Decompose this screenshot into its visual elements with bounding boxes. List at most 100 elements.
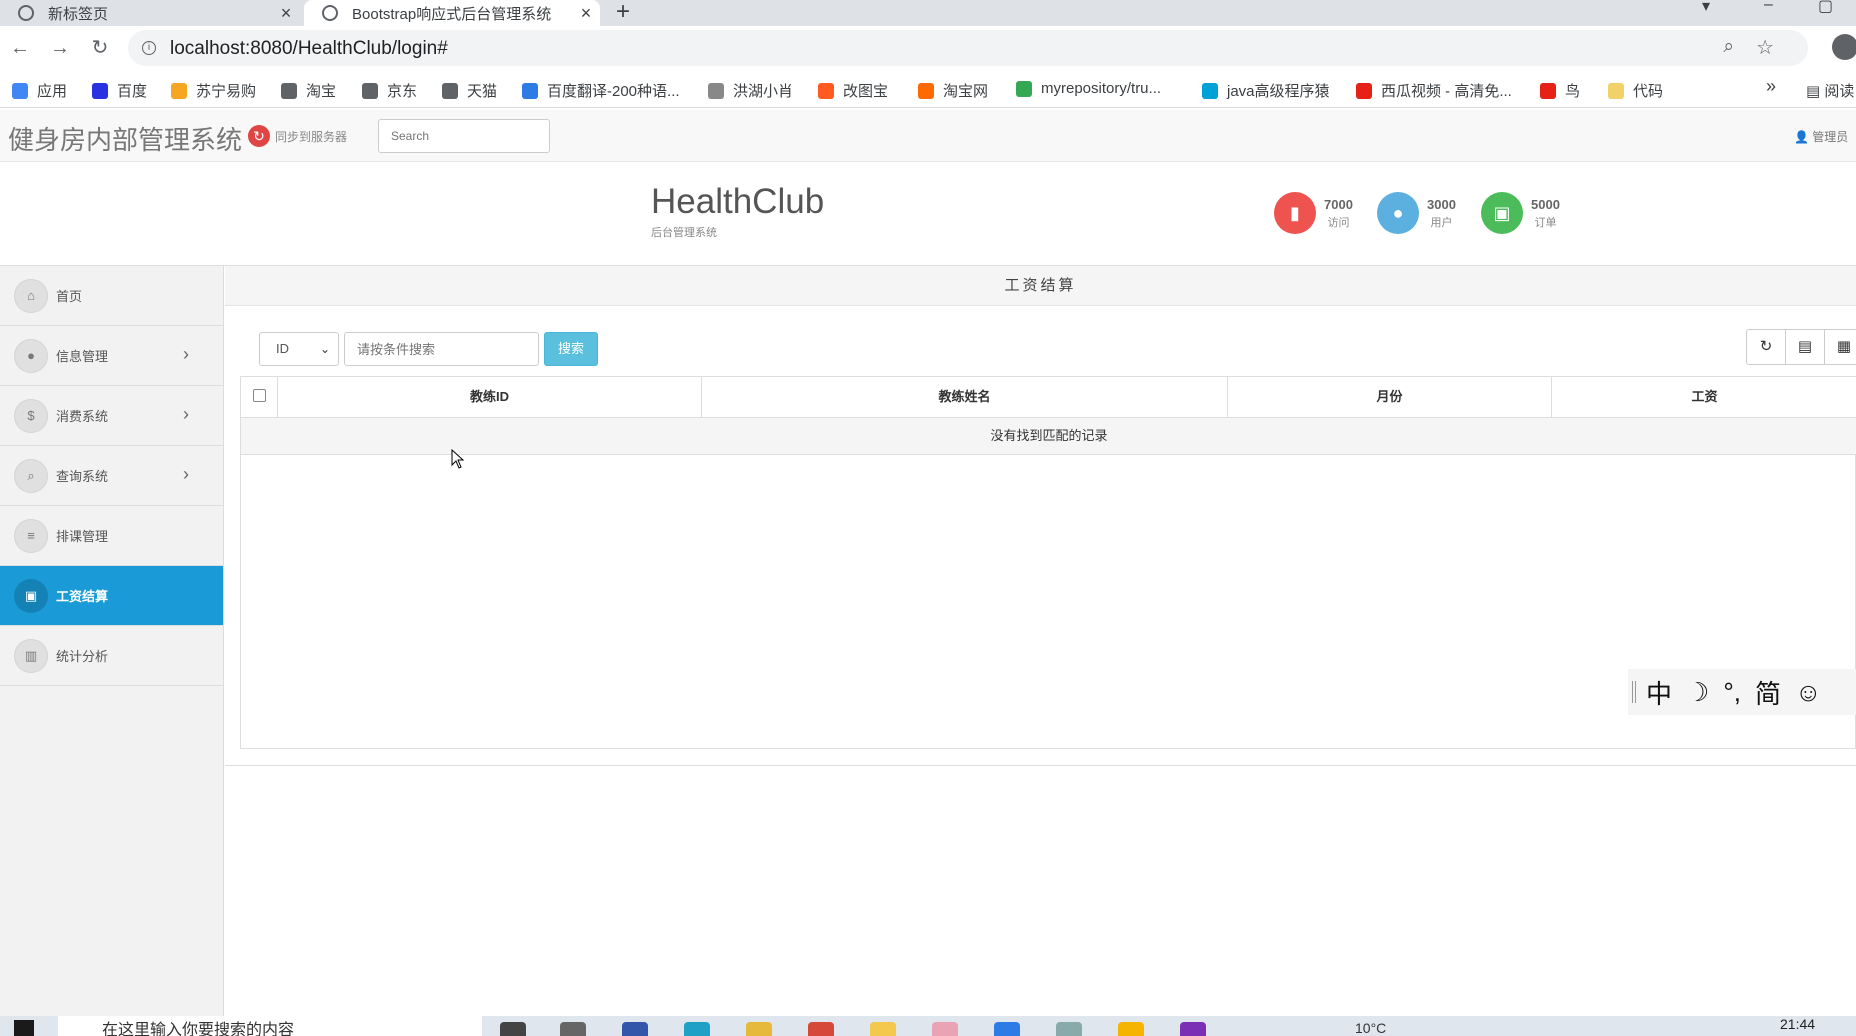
edge-icon[interactable] — [684, 1022, 710, 1036]
bookmark-item[interactable]: 百度 — [92, 80, 147, 101]
bookmark-item[interactable]: 应用 — [12, 80, 67, 101]
site-info-icon[interactable]: i — [142, 41, 156, 55]
task-view-icon[interactable] — [560, 1022, 586, 1036]
app-brand[interactable]: 健身房内部管理系统 — [8, 120, 242, 157]
sidebar-item-consumption[interactable]: $ 消费系统 › — [0, 386, 223, 446]
bookmark-item[interactable]: 鸟 — [1540, 80, 1580, 101]
app-icon[interactable] — [1056, 1022, 1082, 1036]
browser-tab-newtab[interactable]: 新标签页 × — [0, 0, 300, 26]
search-icon: ⌕ — [14, 458, 48, 493]
apps-grid-icon — [12, 82, 28, 99]
column-header[interactable]: 工资 — [1552, 377, 1856, 418]
sidebar-item-home[interactable]: ⌂ 首页 — [0, 266, 223, 326]
app-icon[interactable] — [1118, 1022, 1144, 1036]
ime-punctuation[interactable]: °, — [1723, 677, 1741, 708]
sidebar-item-query[interactable]: ⌕ 查询系统 › — [0, 446, 223, 506]
column-header[interactable]: 月份 — [1228, 377, 1552, 418]
sidebar-item-label: 工资结算 — [56, 589, 109, 604]
moon-icon[interactable]: ☽ — [1686, 677, 1709, 708]
user-menu[interactable]: 👤 管理员 — [1794, 128, 1848, 145]
bookmark-label: 鸟 — [1565, 83, 1581, 100]
profile-avatar-icon[interactable] — [1832, 34, 1856, 60]
back-icon[interactable]: ← — [6, 34, 34, 62]
url-text[interactable]: localhost:8080/HealthClub/login# — [170, 38, 448, 60]
search-button[interactable]: 搜索 — [544, 332, 598, 366]
bookmark-item[interactable]: 淘宝网 — [918, 80, 988, 101]
bookmark-label: 西瓜视频 - 高清免... — [1381, 83, 1512, 100]
home-icon: ⌂ — [14, 278, 48, 313]
checkbox-icon[interactable] — [252, 389, 266, 403]
bookmark-item[interactable]: 改图宝 — [818, 80, 888, 101]
search-input[interactable] — [344, 332, 539, 366]
stat-label: 订单 — [1534, 216, 1557, 229]
bookmarks-more-button[interactable]: » — [1766, 76, 1776, 97]
refresh-icon[interactable]: ↻ — [1746, 329, 1786, 365]
maximize-icon[interactable]: ▢ — [1818, 0, 1833, 16]
smiley-icon[interactable]: ☺ — [1795, 677, 1822, 708]
zoom-icon[interactable]: ⌕ — [1723, 36, 1734, 58]
vs-icon[interactable] — [622, 1022, 648, 1036]
paint-icon[interactable] — [932, 1022, 958, 1036]
taskbar-search-box[interactable]: 在这里输入你要搜索的内容 — [58, 1016, 482, 1036]
chevron-down-icon[interactable]: ▾ — [1702, 0, 1710, 16]
bookmark-item[interactable]: myrepository/tru... — [1016, 80, 1161, 97]
column-header[interactable]: 教练姓名 — [702, 377, 1228, 418]
minimize-icon[interactable]: – — [1764, 0, 1773, 14]
sidebar-item-statistics[interactable]: ▥ 统计分析 — [0, 626, 223, 686]
chrome-icon[interactable] — [808, 1022, 834, 1036]
chevron-right-icon: › — [183, 464, 189, 484]
bookmark-item[interactable]: 淘宝 — [281, 80, 336, 101]
sidebar-item-label: 信息管理 — [56, 349, 109, 364]
sidebar-item-salary[interactable]: ▣ 工资结算 — [0, 566, 223, 626]
user-icon: ● — [14, 338, 48, 373]
ime-simplified[interactable]: 简 — [1755, 674, 1781, 711]
signal-icon: ▮ — [1274, 192, 1316, 234]
search-icon[interactable] — [500, 1022, 526, 1036]
intellij-icon[interactable] — [1180, 1022, 1206, 1036]
browser-tab-bar: 新标签页 × Bootstrap响应式后台管理系统 × + ▾ – ▢ — [0, 0, 1856, 26]
tab-close-icon[interactable]: × — [272, 3, 300, 24]
column-header[interactable]: 教练ID — [278, 377, 702, 418]
address-bar[interactable]: i localhost:8080/HealthClub/login# ⌕ ☆ — [128, 30, 1808, 66]
bookmark-item[interactable]: java高级程序猿 — [1202, 80, 1330, 101]
tab-title: Bootstrap响应式后台管理系统 — [352, 5, 552, 23]
select-all-checkbox[interactable] — [241, 377, 278, 418]
bookmark-item[interactable]: 苏宁易购 — [171, 80, 256, 101]
bookmark-item[interactable]: 洪湖小肖 — [708, 80, 793, 101]
sync-button[interactable]: ↻ 同步到服务器 — [248, 125, 347, 147]
chrome-icon[interactable] — [746, 1022, 772, 1036]
bookmark-item[interactable]: 西瓜视频 - 高清免... — [1356, 80, 1512, 101]
windows-start-icon[interactable] — [14, 1020, 34, 1036]
sidebar-item-info-management[interactable]: ● 信息管理 › — [0, 326, 223, 386]
reading-list-button[interactable]: ▤ 阅读 — [1806, 80, 1854, 101]
money-icon: ▣ — [14, 578, 48, 613]
clock[interactable]: 21:44 — [1780, 1016, 1815, 1032]
new-tab-icon[interactable]: + — [616, 0, 630, 26]
drag-handle[interactable] — [1632, 681, 1636, 703]
ime-toolbar: 中 ☽ °, 简 ☺ — [1628, 669, 1856, 715]
bookmark-star-icon[interactable]: ☆ — [1756, 35, 1774, 60]
app-navbar: 健身房内部管理系统 ↻ 同步到服务器 👤 管理员 — [0, 110, 1856, 162]
columns-icon[interactable]: ▦ — [1824, 329, 1856, 365]
stat-value: 5000 — [1531, 196, 1560, 212]
ime-chinese-mode[interactable]: 中 — [1646, 674, 1672, 711]
panel-title: 工资结算 — [225, 266, 1856, 306]
browser-tab-active[interactable]: Bootstrap响应式后台管理系统 × — [304, 0, 600, 26]
bookmark-item[interactable]: 京东 — [362, 80, 417, 101]
money-icon: ▣ — [1481, 192, 1523, 234]
stat-value: 7000 — [1324, 196, 1353, 212]
sidebar-item-schedule[interactable]: ≡ 排课管理 — [0, 506, 223, 566]
logo-title: HealthClub — [651, 182, 825, 221]
toggle-view-icon[interactable]: ▤ — [1785, 329, 1825, 365]
store-icon[interactable] — [994, 1022, 1020, 1036]
tab-close-icon[interactable]: × — [572, 3, 600, 24]
bookmark-item[interactable]: 天猫 — [442, 80, 497, 101]
folder-icon[interactable] — [870, 1022, 896, 1036]
weather-temperature[interactable]: 10°C — [1355, 1020, 1386, 1036]
reload-icon[interactable]: ↻ — [86, 34, 114, 62]
bookmark-item[interactable]: 代码 — [1608, 80, 1663, 101]
bookmark-item[interactable]: 百度翻译-200种语... — [522, 80, 680, 101]
search-field-select[interactable]: ID ⌄ — [259, 332, 339, 366]
forward-icon[interactable]: → — [46, 34, 74, 62]
navbar-search-input[interactable] — [378, 119, 550, 153]
